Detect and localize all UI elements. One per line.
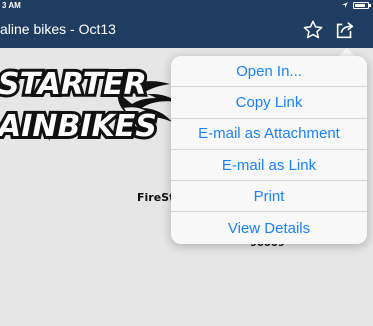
- star-icon[interactable]: [302, 19, 324, 41]
- menu-item-view-details[interactable]: View Details: [171, 212, 367, 243]
- status-time: 3 AM: [2, 1, 21, 10]
- share-menu-popover: Open In... Copy Link E-mail as Attachmen…: [171, 56, 367, 244]
- brand-logo: STARTER AINBIKES: [0, 64, 178, 146]
- menu-item-email-attachment[interactable]: E-mail as Attachment: [171, 119, 367, 150]
- logo-line-2: AINBIKES: [0, 109, 157, 144]
- menu-item-copy-link[interactable]: Copy Link: [171, 87, 367, 119]
- battery-icon: [353, 1, 371, 9]
- status-indicators: [341, 1, 371, 9]
- location-arrow-icon: [342, 2, 348, 8]
- logo-line-1: STARTER: [0, 67, 147, 102]
- document-title: aline bikes - Oct13: [0, 21, 116, 37]
- menu-item-print[interactable]: Print: [171, 181, 367, 213]
- navigation-bar: aline bikes - Oct13: [0, 12, 373, 48]
- menu-item-open-in[interactable]: Open In...: [171, 56, 367, 88]
- menu-item-email-link[interactable]: E-mail as Link: [171, 150, 367, 182]
- status-bar: 3 AM: [0, 0, 373, 12]
- share-icon[interactable]: [334, 19, 356, 41]
